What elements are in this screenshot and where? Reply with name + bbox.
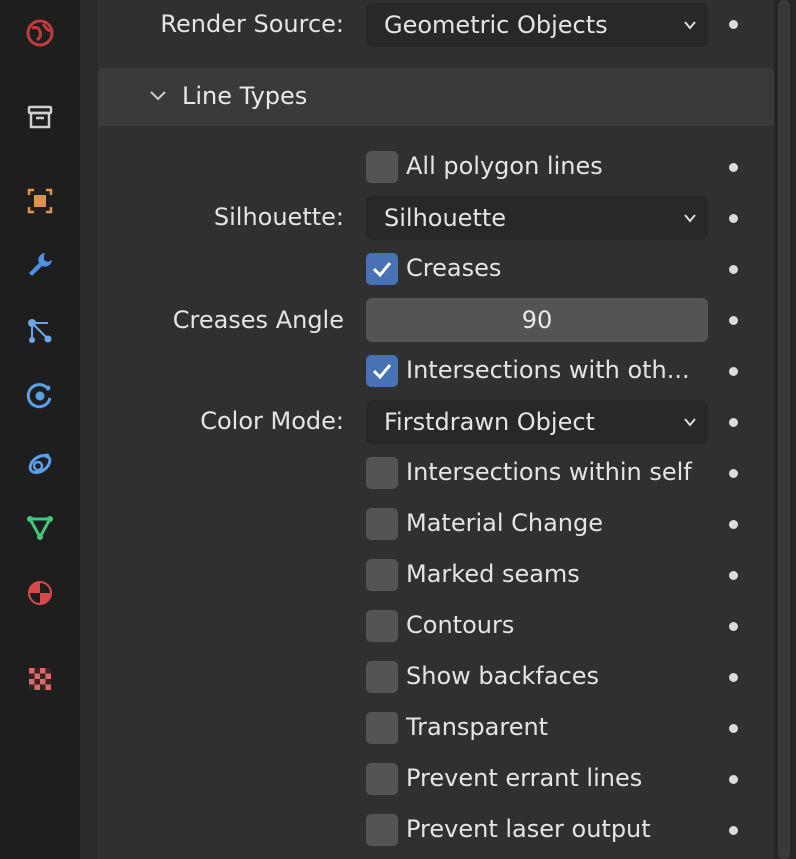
color-mode-dropdown[interactable]: Firstdrawn Object bbox=[366, 400, 708, 444]
option-label: Material Change bbox=[406, 509, 604, 537]
tab-data[interactable] bbox=[8, 498, 72, 556]
intersections-with-others-label: Intersections with oth... bbox=[406, 356, 690, 384]
animate-property-dot[interactable] bbox=[729, 622, 738, 631]
checkmark-icon bbox=[372, 262, 392, 278]
texture-icon bbox=[29, 668, 51, 690]
modifier-icon bbox=[29, 253, 52, 276]
creases-label: Creases bbox=[406, 254, 502, 282]
prevent-laser-output-checkbox[interactable] bbox=[366, 814, 398, 846]
particles-icon bbox=[28, 319, 52, 343]
panel-title: Line Types bbox=[182, 82, 308, 110]
scrollbar-thumb[interactable] bbox=[778, 0, 790, 859]
silhouette-value: Silhouette bbox=[384, 204, 507, 232]
data-icon bbox=[27, 516, 53, 541]
checkmark-icon bbox=[372, 364, 392, 380]
creases-checkbox[interactable] bbox=[366, 253, 398, 285]
tab-physics[interactable] bbox=[8, 366, 72, 424]
animate-property-dot[interactable] bbox=[729, 724, 738, 733]
animate-property-dot[interactable] bbox=[729, 163, 738, 172]
animate-property-dot[interactable] bbox=[729, 265, 738, 274]
render-source-value: Geometric Objects bbox=[384, 11, 608, 39]
animate-property-dot[interactable] bbox=[729, 673, 738, 682]
animate-property-dot[interactable] bbox=[729, 214, 738, 223]
creases-angle-value: 90 bbox=[521, 306, 553, 334]
animate-property-dot[interactable] bbox=[729, 826, 738, 835]
tab-collection[interactable] bbox=[8, 88, 72, 146]
properties-tab-bar bbox=[0, 0, 80, 859]
physics-icon bbox=[26, 383, 52, 409]
animate-property-dot[interactable] bbox=[729, 571, 738, 580]
option-label: Contours bbox=[406, 611, 515, 639]
animate-property-dot[interactable] bbox=[729, 418, 738, 427]
material-icon bbox=[28, 581, 52, 605]
tab-modifiers[interactable] bbox=[8, 236, 72, 294]
tab-constraints[interactable] bbox=[8, 434, 72, 492]
material-change-checkbox[interactable] bbox=[366, 508, 398, 540]
animate-property-dot[interactable] bbox=[729, 316, 738, 325]
animate-property-dot[interactable] bbox=[729, 520, 738, 529]
animate-property-dot[interactable] bbox=[729, 367, 738, 376]
tab-world[interactable] bbox=[8, 4, 72, 62]
animate-property-dot[interactable] bbox=[729, 775, 738, 784]
render-source-label: Render Source: bbox=[160, 10, 344, 38]
all-polygon-lines-label: All polygon lines bbox=[406, 152, 603, 180]
tab-particles[interactable] bbox=[8, 302, 72, 360]
animate-property-dot[interactable] bbox=[729, 469, 738, 478]
render-source-dropdown[interactable]: Geometric Objects bbox=[366, 3, 708, 47]
collection-icon bbox=[27, 105, 53, 129]
contours-checkbox[interactable] bbox=[366, 610, 398, 642]
option-label: Intersections within self bbox=[406, 458, 692, 486]
marked-seams-checkbox[interactable] bbox=[366, 559, 398, 591]
option-label: Transparent bbox=[406, 713, 549, 741]
color-mode-label: Color Mode: bbox=[200, 407, 344, 435]
chevron-down-icon bbox=[684, 214, 696, 223]
option-label: Prevent errant lines bbox=[406, 764, 643, 792]
silhouette-dropdown[interactable]: Silhouette bbox=[366, 196, 708, 240]
prevent-errant-lines-checkbox[interactable] bbox=[366, 763, 398, 795]
intersections-within-self-checkbox[interactable] bbox=[366, 457, 398, 489]
chevron-down-icon bbox=[684, 418, 696, 427]
intersections-with-others-checkbox[interactable] bbox=[366, 355, 398, 387]
animate-property-dot[interactable] bbox=[729, 20, 738, 29]
chevron-down-icon bbox=[150, 91, 166, 101]
all-polygon-lines-checkbox[interactable] bbox=[366, 151, 398, 183]
chevron-down-icon bbox=[684, 21, 696, 30]
world-icon bbox=[26, 19, 54, 47]
silhouette-label: Silhouette: bbox=[213, 203, 344, 231]
transparent-checkbox[interactable] bbox=[366, 712, 398, 744]
object-icon bbox=[27, 188, 53, 214]
line-types-panel-header[interactable]: Line Types bbox=[98, 68, 774, 126]
creases-angle-field[interactable]: 90 bbox=[366, 298, 708, 342]
tab-material[interactable] bbox=[8, 564, 72, 622]
tab-texture[interactable] bbox=[8, 650, 72, 708]
option-label: Marked seams bbox=[406, 560, 580, 588]
creases-angle-label: Creases Angle bbox=[172, 306, 344, 334]
option-label: Show backfaces bbox=[406, 662, 600, 690]
option-label: Prevent laser output bbox=[406, 815, 651, 843]
constraints-icon bbox=[28, 453, 52, 475]
tab-object[interactable] bbox=[8, 172, 72, 230]
color-mode-value: Firstdrawn Object bbox=[384, 408, 595, 436]
show-backfaces-checkbox[interactable] bbox=[366, 661, 398, 693]
panel-indent-strip bbox=[80, 0, 98, 859]
